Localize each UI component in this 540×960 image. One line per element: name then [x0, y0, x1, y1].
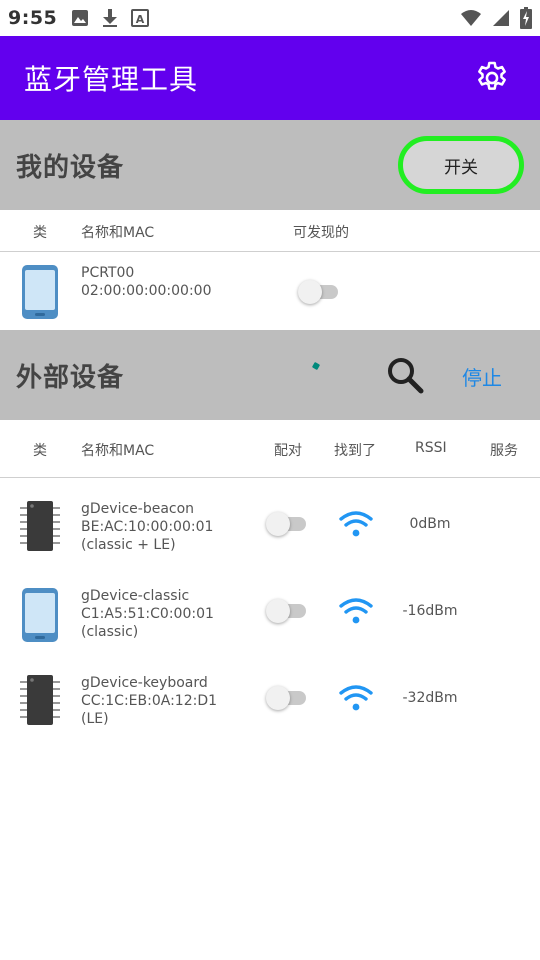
device-mac: C1:A5:51:C0:00:01	[81, 606, 214, 622]
download-icon	[103, 9, 118, 27]
status-bar: 9:55 A	[0, 0, 540, 36]
my-devices-title: 我的设备	[16, 152, 125, 183]
external-devices-header: 外部设备 停止	[0, 330, 540, 420]
status-notification-icons: A	[71, 8, 150, 28]
device-rssi: -32dBm	[402, 690, 458, 706]
external-devices-column-header: 类 名称和MAC 配对 找到了 RSSI 服务	[0, 426, 540, 478]
signal-icon	[493, 10, 509, 26]
device-name: PCRT00	[81, 265, 135, 281]
app-bar: 蓝牙管理工具	[0, 36, 540, 120]
column-found: 找到了	[334, 443, 376, 459]
device-mac: BE:AC:10:00:00:01	[81, 519, 214, 535]
phone-icon	[22, 265, 58, 319]
device-kind: (classic)	[81, 624, 139, 640]
column-name-mac: 名称和MAC	[81, 443, 155, 459]
column-type: 类	[33, 225, 47, 241]
chip-icon	[20, 501, 60, 551]
device-rssi: -16dBm	[402, 603, 458, 619]
external-devices-title: 外部设备	[16, 362, 125, 393]
device-mac: 02:00:00:00:00:00	[81, 283, 212, 299]
my-device-info: PCRT00 02:00:00:00:00:00	[81, 264, 211, 300]
status-time: 9:55	[8, 7, 58, 29]
external-device-row: gDevice-beacon BE:AC:10:00:00:01 (classi…	[0, 490, 540, 566]
signal-found-icon	[339, 511, 373, 537]
external-device-row: gDevice-classic C1:A5:51:C0:00:01 (class…	[0, 577, 540, 653]
device-kind: (LE)	[81, 711, 109, 727]
signal-found-icon	[339, 598, 373, 624]
font-a-icon: A	[131, 9, 150, 27]
phone-icon	[22, 588, 58, 642]
device-mac: CC:1C:EB:0A:12:D1	[81, 693, 218, 709]
device-name: gDevice-beacon	[81, 501, 195, 517]
status-system-icons	[460, 7, 532, 29]
app-title: 蓝牙管理工具	[24, 63, 199, 96]
image-icon	[72, 10, 89, 26]
bluetooth-toggle-button[interactable]: 开关	[398, 136, 524, 194]
column-type: 类	[33, 443, 47, 459]
device-kind: (classic + LE)	[81, 537, 176, 553]
column-name-mac: 名称和MAC	[81, 225, 155, 241]
pair-switch[interactable]	[266, 511, 308, 537]
device-name: gDevice-keyboard	[81, 675, 208, 691]
scan-progress-indicator	[311, 361, 321, 371]
pair-switch[interactable]	[266, 598, 308, 624]
battery-charging-icon	[520, 7, 532, 29]
column-discoverable: 可发现的	[293, 225, 349, 241]
svg-text:A: A	[136, 13, 145, 26]
my-device-row: PCRT00 02:00:00:00:00:00	[0, 254, 540, 330]
discoverable-switch[interactable]	[298, 279, 340, 305]
chip-icon	[20, 675, 60, 725]
stop-scan-button[interactable]: 停止	[462, 362, 502, 391]
external-device-row: gDevice-keyboard CC:1C:EB:0A:12:D1 (LE) …	[0, 664, 540, 740]
column-paired: 配对	[274, 443, 302, 459]
external-device-info: gDevice-keyboard CC:1C:EB:0A:12:D1 (LE)	[81, 674, 217, 728]
external-device-info: gDevice-classic C1:A5:51:C0:00:01 (class…	[81, 587, 214, 641]
external-device-info: gDevice-beacon BE:AC:10:00:00:01 (classi…	[81, 500, 213, 554]
gear-icon	[478, 61, 506, 90]
column-rssi: RSSI	[415, 440, 447, 456]
settings-button[interactable]	[468, 54, 516, 102]
column-service: 服务	[490, 443, 518, 459]
signal-found-icon	[339, 685, 373, 711]
device-rssi: 0dBm	[409, 516, 451, 532]
device-name: gDevice-classic	[81, 588, 190, 604]
my-devices-column-header: 类 名称和MAC 可发现的	[0, 210, 540, 252]
my-devices-header: 我的设备 开关	[0, 120, 540, 210]
search-icon[interactable]	[384, 354, 426, 396]
pair-switch[interactable]	[266, 685, 308, 711]
wifi-status-icon	[461, 10, 481, 26]
